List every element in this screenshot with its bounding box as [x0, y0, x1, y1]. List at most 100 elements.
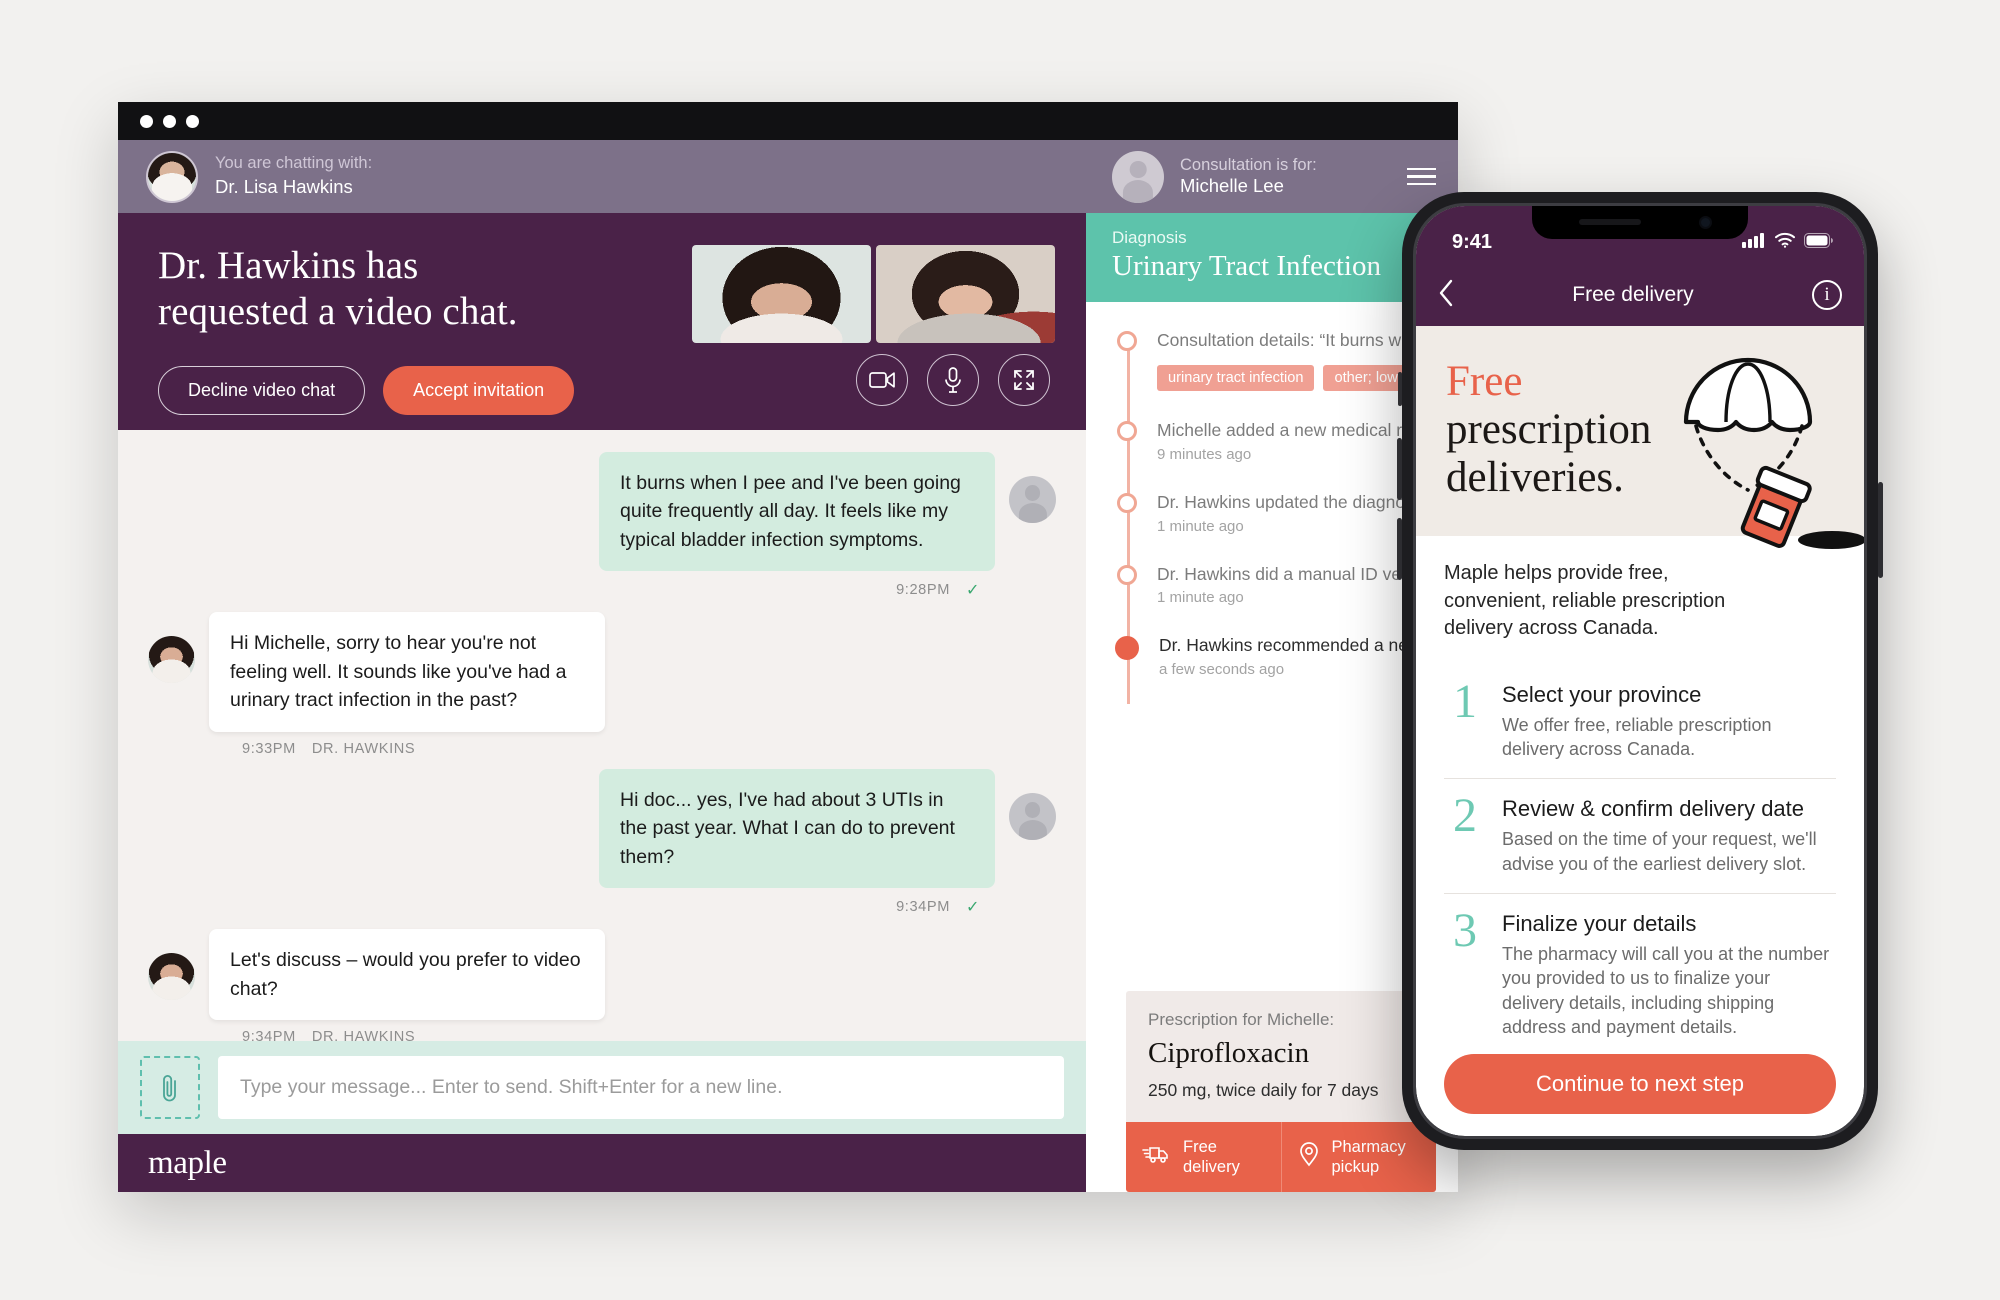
chat-header-name: Dr. Lisa Hawkins: [215, 176, 353, 198]
phone-page-title: Free delivery: [1572, 283, 1694, 306]
continue-to-next-step-button[interactable]: Continue to next step: [1444, 1054, 1836, 1114]
hero-line1: Free: [1446, 358, 1523, 405]
patient-avatar: [1009, 792, 1056, 840]
step-number: 2: [1453, 789, 1477, 843]
read-receipt-icon: ✓: [965, 899, 980, 917]
step-title: Finalize your details: [1502, 910, 1697, 936]
phone-navbar: Free delivery i: [1416, 264, 1864, 326]
message-time: 9:33PM: [242, 740, 296, 757]
message-time: 9:34PM: [896, 899, 950, 916]
info-icon[interactable]: i: [1812, 280, 1842, 310]
patient-avatar: [1009, 476, 1056, 523]
phone-intro-text: Maple helps provide free, convenient, re…: [1444, 562, 1726, 640]
step-description: Based on the time of your request, we'll…: [1502, 829, 1817, 874]
timeline-dot-active-icon: [1115, 636, 1139, 661]
cellular-signal-icon: [1742, 231, 1766, 254]
prescription-dosage: 250 mg, twice daily for 7 days: [1148, 1079, 1379, 1100]
message-row: Hi doc... yes, I've had about 3 UTIs in …: [148, 768, 1056, 889]
step-description: The pharmacy will call you at the number…: [1502, 943, 1830, 1037]
chat-column: You are chatting with: Dr. Lisa Hawkins …: [118, 140, 1086, 1192]
free-delivery-button[interactable]: Free delivery: [1126, 1122, 1281, 1192]
message-list: It burns when I pee and I've been going …: [118, 430, 1086, 1041]
window-dot-1[interactable]: [140, 114, 153, 128]
microphone-icon[interactable]: [927, 354, 979, 406]
tag[interactable]: urinary tract infection: [1157, 364, 1315, 391]
accept-invitation-button[interactable]: Accept invitation: [383, 366, 575, 416]
hamburger-menu-icon[interactable]: [1407, 167, 1436, 186]
mobile-device: 9:41 Free delivery i Free prescription d…: [1397, 192, 1883, 1150]
doctor-avatar-small: [148, 953, 195, 1001]
window-titlebar: [118, 102, 1458, 140]
chevron-left-icon[interactable]: [1438, 279, 1454, 312]
timeline-dot-icon: [1117, 564, 1137, 585]
prescription-for-label: Prescription for Michelle:: [1148, 1009, 1335, 1029]
timeline-text: Dr. Hawkins updated the diagnosis: [1157, 491, 1427, 512]
brand-footer: maple: [118, 1134, 1086, 1192]
delivery-truck-icon: [1142, 1144, 1171, 1169]
fullscreen-icon[interactable]: [998, 354, 1050, 406]
status-time: 9:41: [1452, 230, 1493, 253]
consultation-header: Consultation is for: Michelle Lee: [1086, 140, 1458, 213]
message-meta: 9:28PM ✓: [148, 580, 1056, 600]
phone-bezel: 9:41 Free delivery i Free prescription d…: [1413, 203, 1867, 1139]
desktop-window: You are chatting with: Dr. Lisa Hawkins …: [118, 102, 1458, 1192]
phone-content: Maple helps provide free, convenient, re…: [1416, 536, 1864, 1040]
phone-notch: [1532, 206, 1748, 239]
step-title: Review & confirm delivery date: [1502, 796, 1805, 822]
step-item: 1 Select your province We offer free, re…: [1444, 665, 1836, 779]
decline-video-chat-button[interactable]: Decline video chat: [158, 366, 366, 416]
timeline-item[interactable]: Consultation details: “It burns when I p…: [1112, 328, 1458, 391]
phone-volume-down-button[interactable]: [1397, 518, 1402, 580]
window-dot-2[interactable]: [163, 114, 176, 128]
camera-icon[interactable]: [856, 354, 908, 406]
message-meta: 9:34PM ✓: [148, 897, 1056, 917]
pharmacy-pickup-line2: pickup: [1331, 1157, 1380, 1176]
message-input[interactable]: [218, 1056, 1064, 1119]
video-thumbnail-patient[interactable]: [876, 245, 1055, 343]
phone-power-button[interactable]: [1878, 482, 1883, 578]
step-description: We offer free, reliable prescription del…: [1502, 714, 1772, 760]
message-author: DR. HAWKINS: [311, 740, 416, 757]
message-time: 9:28PM: [896, 582, 950, 599]
pharmacy-pickup-button[interactable]: Pharmacy pickup: [1280, 1121, 1437, 1192]
map-pin-icon: [1298, 1141, 1320, 1172]
message-time: 9:34PM: [242, 1029, 296, 1041]
window-dot-3[interactable]: [186, 114, 199, 128]
message-meta: 9:34PM DR. HAWKINS: [148, 1029, 1056, 1041]
hero-line2: prescription: [1446, 406, 1652, 454]
prescription-drug-name: Ciprofloxacin: [1148, 1036, 1310, 1069]
phone-hero: Free prescription deliveries.: [1416, 326, 1864, 549]
phone-screen: 9:41 Free delivery i Free prescription d…: [1416, 206, 1864, 1136]
timeline-item-active[interactable]: Dr. Hawkins recommended a new prescripti…: [1112, 633, 1458, 678]
timeline-dot-icon: [1117, 420, 1137, 441]
earpiece-speaker: [1578, 219, 1641, 225]
message-bubble: Hi doc... yes, I've had about 3 UTIs in …: [599, 768, 995, 889]
window-body: You are chatting with: Dr. Lisa Hawkins …: [118, 140, 1458, 1192]
step-number: 1: [1453, 674, 1477, 728]
doctor-avatar-small: [148, 636, 195, 684]
message-row: Hi Michelle, sorry to hear you're not fe…: [148, 612, 1056, 732]
prescription-card: Prescription for Michelle: Ciprofloxacin…: [1126, 990, 1437, 1192]
step-title: Select your province: [1502, 681, 1702, 707]
paperclip-icon[interactable]: [140, 1056, 200, 1119]
phone-mute-switch[interactable]: [1398, 372, 1402, 406]
video-thumbnail-doctor[interactable]: [692, 245, 871, 343]
timeline-item[interactable]: Dr. Hawkins did a manual ID verification…: [1112, 562, 1458, 606]
timeline-dot-icon: [1117, 331, 1137, 351]
timeline-item[interactable]: Dr. Hawkins updated the diagnosis 1 minu…: [1112, 490, 1438, 535]
battery-icon: [1804, 231, 1834, 254]
prescription-actions: Free delivery Pharmacy pickup: [1126, 1121, 1437, 1192]
consultation-eyebrow: Consultation is for:: [1180, 156, 1317, 174]
timeline-item[interactable]: Michelle added a new medical record 9 mi…: [1112, 418, 1446, 463]
message-bubble: It burns when I pee and I've been going …: [599, 452, 995, 572]
message-bubble: Hi Michelle, sorry to hear you're not fe…: [209, 612, 605, 732]
message-row: It burns when I pee and I've been going …: [148, 452, 1056, 572]
phone-volume-up-button[interactable]: [1397, 438, 1402, 500]
diagnosis-value: Urinary Tract Infection: [1112, 250, 1381, 282]
delivery-steps: 1 Select your province We offer free, re…: [1444, 665, 1836, 1040]
message-bubble: Let's discuss – would you prefer to vide…: [209, 929, 605, 1021]
read-receipt-icon: ✓: [965, 582, 980, 600]
parachute-pill-bottle-illustration: [1664, 344, 1864, 559]
video-chat-request-banner: Dr. Hawkins has requested a video chat. …: [118, 213, 1086, 430]
free-delivery-line2: delivery: [1183, 1157, 1240, 1176]
